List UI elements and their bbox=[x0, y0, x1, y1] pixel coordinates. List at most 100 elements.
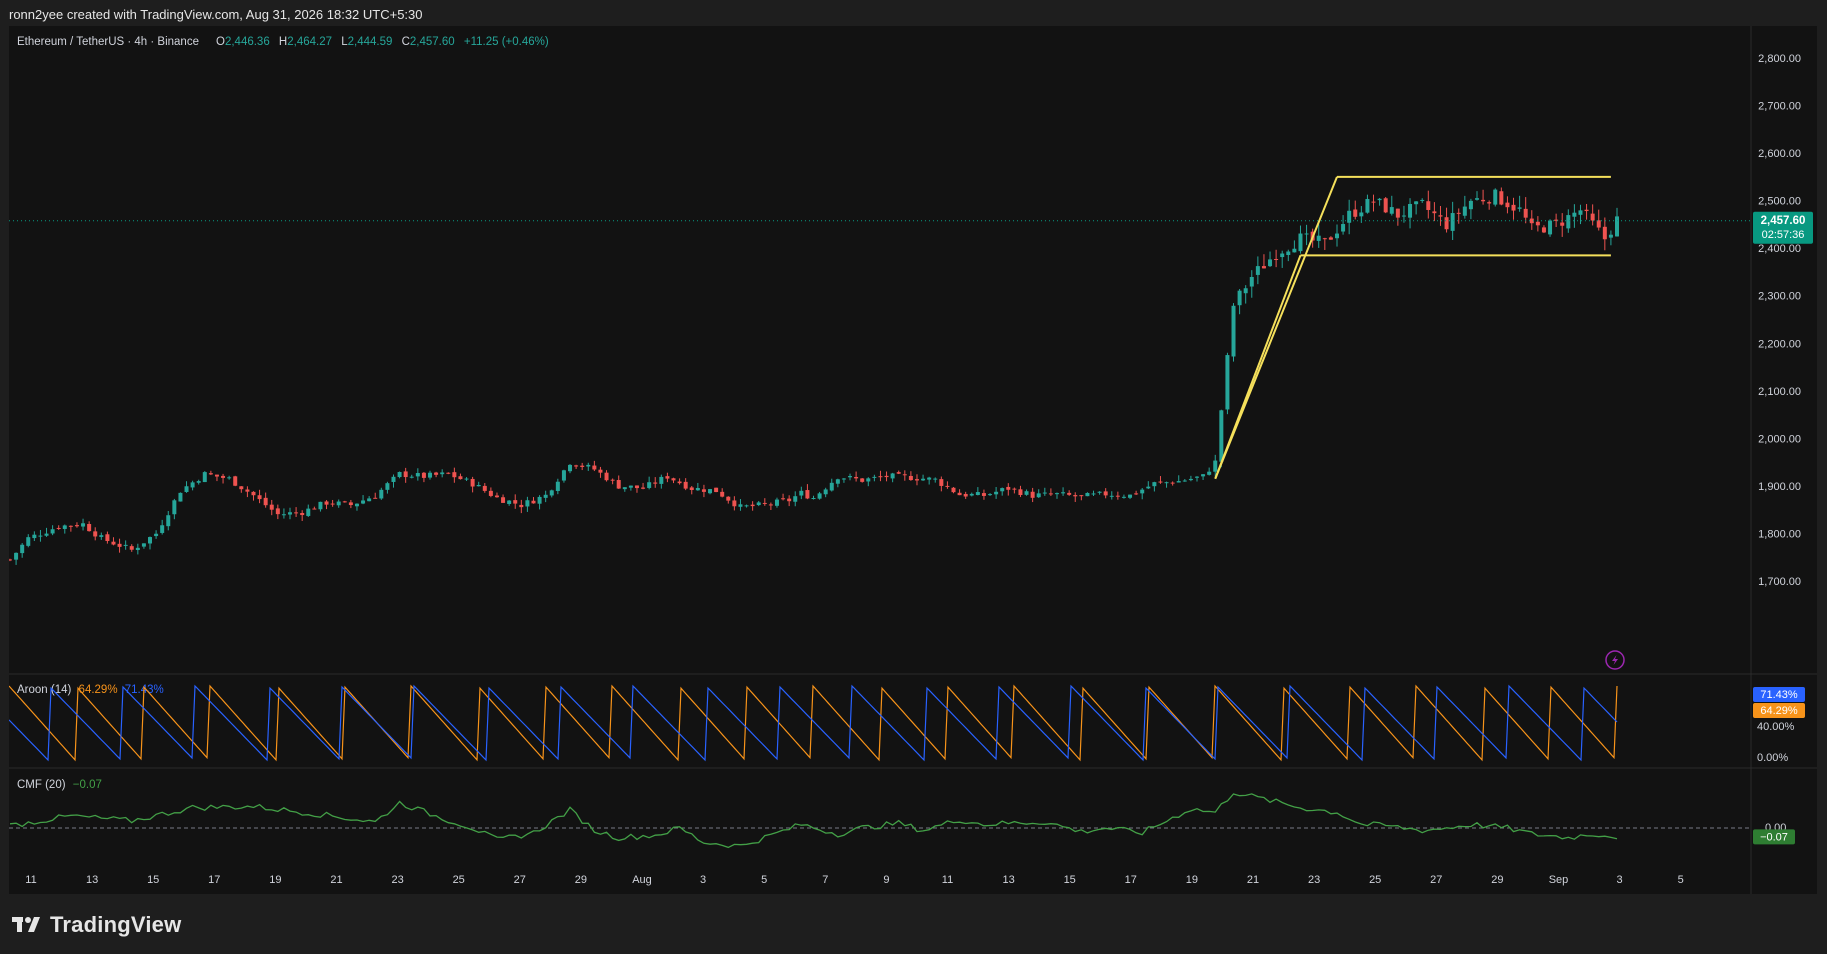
price-tick-label: 2,100.00 bbox=[1758, 386, 1801, 398]
tradingview-brand-text: TradingView bbox=[50, 912, 182, 937]
candle-body bbox=[1535, 221, 1540, 226]
candle-body bbox=[1128, 494, 1133, 498]
candle-body bbox=[251, 491, 256, 496]
candle-body bbox=[1511, 204, 1516, 211]
candle-body bbox=[1261, 266, 1266, 269]
candle-body bbox=[470, 478, 475, 487]
candle-body bbox=[823, 489, 828, 495]
time-tick-label: 15 bbox=[147, 874, 159, 886]
candle-body bbox=[805, 490, 810, 499]
candle-body bbox=[507, 500, 512, 504]
candle-body bbox=[1091, 493, 1096, 495]
candle-body bbox=[1030, 491, 1035, 498]
price-tick-label: 1,700.00 bbox=[1758, 576, 1801, 588]
candle-body bbox=[884, 475, 889, 478]
candle-body bbox=[20, 544, 25, 554]
time-tick-label: 25 bbox=[1369, 874, 1381, 886]
candle-body bbox=[896, 472, 901, 474]
candle-body bbox=[580, 465, 585, 467]
cmf-title: CMF (20) bbox=[17, 779, 66, 791]
change-value: +11.25 (+0.46%) bbox=[464, 36, 549, 48]
candle-body bbox=[1444, 217, 1449, 230]
candle-body bbox=[774, 499, 779, 506]
candle-body bbox=[543, 494, 548, 498]
candle-body bbox=[166, 515, 171, 527]
candle-body bbox=[1541, 227, 1546, 233]
candle-body bbox=[342, 501, 347, 503]
candle-body bbox=[945, 485, 950, 487]
candle-body bbox=[1590, 213, 1595, 221]
candle-body bbox=[848, 476, 853, 478]
candle-body bbox=[1085, 492, 1090, 497]
candle-body bbox=[1286, 251, 1291, 256]
candle-body bbox=[1249, 277, 1254, 287]
candle-body bbox=[525, 500, 530, 507]
candle-body bbox=[458, 476, 463, 480]
candle-body bbox=[26, 537, 31, 546]
cmf-legend: CMF (20) −0.07 bbox=[17, 779, 102, 791]
candle-body bbox=[148, 537, 153, 544]
candle-body bbox=[1103, 491, 1108, 496]
candle-body bbox=[683, 481, 688, 489]
candle-body bbox=[1182, 480, 1187, 482]
tradingview-logo[interactable]: TradingView bbox=[12, 910, 181, 940]
candle-body bbox=[902, 474, 907, 476]
candle-body bbox=[74, 525, 79, 527]
time-tick-label: 25 bbox=[453, 874, 465, 886]
candle-body bbox=[1194, 476, 1199, 478]
candle-body bbox=[44, 533, 49, 536]
candle-body bbox=[513, 500, 518, 504]
candle-body bbox=[184, 486, 189, 492]
current-price-badge: 2,457.60 02:57:36 bbox=[1753, 211, 1813, 244]
candle-body bbox=[1158, 481, 1163, 483]
chart-canvas[interactable]: 1,700.00 1,800.00 1,900.00 2,000.00 2,100.00… bbox=[8, 26, 1817, 894]
time-tick-label: 27 bbox=[1430, 874, 1442, 886]
price-tick-label: 2,800.00 bbox=[1758, 53, 1801, 65]
candle-body bbox=[434, 472, 439, 475]
candle-body bbox=[835, 479, 840, 484]
candle-body bbox=[1274, 259, 1279, 261]
candle-body bbox=[708, 489, 713, 494]
candle-body bbox=[714, 487, 719, 493]
candle-body bbox=[568, 464, 573, 472]
candle-body bbox=[68, 525, 73, 527]
cmf-value: −0.07 bbox=[73, 779, 102, 791]
candle-body bbox=[1596, 220, 1601, 228]
candle-body bbox=[604, 472, 609, 481]
candle-body bbox=[1487, 202, 1492, 204]
time-tick-label: 27 bbox=[514, 874, 526, 886]
candle-body bbox=[1237, 290, 1242, 306]
candle-body bbox=[586, 464, 591, 467]
candle-body bbox=[1036, 493, 1041, 498]
time-tick-label: Sep bbox=[1549, 874, 1569, 886]
symbol-legend[interactable]: Ethereum / TetherUS · 4h · Binance O2,44… bbox=[17, 36, 549, 48]
candle-body bbox=[1073, 495, 1078, 497]
candle-body bbox=[348, 502, 353, 506]
candle-body bbox=[330, 503, 335, 505]
candle-body bbox=[1608, 234, 1613, 238]
candle-body bbox=[908, 475, 913, 481]
ohlc-readout: O2,446.36 H2,464.27 L2,444.59 C2,457.60 … bbox=[216, 36, 549, 48]
candle-body bbox=[421, 472, 426, 478]
candle-body bbox=[482, 485, 487, 491]
candle-body bbox=[464, 478, 469, 480]
candle-body bbox=[154, 533, 159, 537]
candle-body bbox=[1231, 305, 1236, 357]
time-tick-label: 21 bbox=[330, 874, 342, 886]
candle-body bbox=[1334, 233, 1339, 239]
candle-body bbox=[403, 471, 408, 478]
time-tick-label: Aug bbox=[632, 874, 652, 886]
candle-body bbox=[385, 483, 390, 490]
time-tick-label: 13 bbox=[1002, 874, 1014, 886]
time-tick-label: 7 bbox=[822, 874, 828, 886]
candle-body bbox=[860, 478, 865, 482]
candle-body bbox=[659, 476, 664, 484]
chart-panel[interactable]: 1,700.00 1,800.00 1,900.00 2,000.00 2,100.00… bbox=[8, 26, 1817, 894]
candle-body bbox=[1493, 189, 1498, 205]
candle-body bbox=[1121, 496, 1126, 498]
candle-body bbox=[555, 481, 560, 491]
candle-body bbox=[829, 482, 834, 491]
symbol-title: Ethereum / TetherUS · 4h · Binance bbox=[17, 36, 199, 48]
candle-body bbox=[494, 495, 499, 498]
candle-body bbox=[689, 487, 694, 491]
